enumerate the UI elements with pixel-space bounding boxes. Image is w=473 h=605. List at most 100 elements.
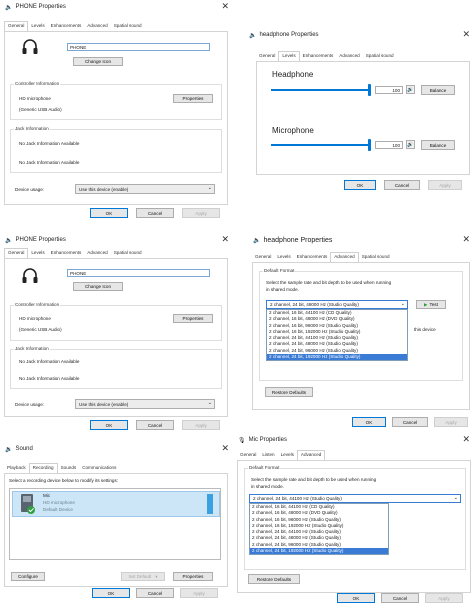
change-icon-button[interactable]: Change Icon xyxy=(73,282,123,291)
apply-button[interactable]: Apply xyxy=(182,208,220,218)
format-select[interactable]: 2 channel, 24 bit, 44100 Hz (Studio Qual… xyxy=(249,494,461,503)
microphone-slider[interactable] xyxy=(271,139,371,151)
tab-levels[interactable]: Levels xyxy=(28,22,47,31)
tab-spatial-sound[interactable]: Spatial sound xyxy=(111,249,145,258)
format-selected-value: 2 channel, 24 bit, 48000 Hz (Studio Qual… xyxy=(270,302,359,307)
format-options-list[interactable]: 2 channel, 16 bit, 44100 Hz (CD Quality)… xyxy=(266,309,408,361)
jack-info-group: Jack Information No Jack Information Ava… xyxy=(10,346,222,389)
tab-general[interactable]: General xyxy=(256,52,278,61)
cancel-button[interactable]: Cancel xyxy=(384,180,420,190)
headphones-icon xyxy=(22,268,38,283)
headphone-properties-advanced-dialog: 🔈 headphone Properties ✕ General Levels … xyxy=(248,233,473,433)
format-description-2: in shared mode. xyxy=(251,484,284,489)
ok-button[interactable]: OK xyxy=(92,588,130,598)
device-usage-select[interactable]: Use this device (enable) ⌄ xyxy=(75,184,215,194)
tab-communications[interactable]: Communications xyxy=(79,464,119,473)
tab-listen[interactable]: Listen xyxy=(259,451,277,460)
window-title: Mic Properties xyxy=(248,437,287,443)
window-title: headphone Properties xyxy=(259,32,319,38)
tab-levels[interactable]: Levels xyxy=(274,253,293,262)
format-selected-value: 2 channel, 24 bit, 44100 Hz (Studio Qual… xyxy=(253,496,342,501)
apply-button[interactable]: Apply xyxy=(434,417,468,427)
apply-button[interactable]: Apply xyxy=(182,420,220,430)
tab-advanced[interactable]: Advanced xyxy=(84,249,110,258)
headphone-value[interactable]: 100 xyxy=(375,86,403,94)
device-row-mic[interactable]: Mic HD microphone Default Device xyxy=(12,491,220,517)
restore-defaults-button[interactable]: Restore Defaults xyxy=(265,387,313,397)
headphone-mute-button[interactable]: 🔊 xyxy=(406,85,415,94)
cancel-button[interactable]: Cancel xyxy=(381,593,419,603)
device-description: HD microphone xyxy=(43,500,75,505)
headphone-slider[interactable] xyxy=(271,84,371,96)
sound-dialog: 🔉 Sound ✕ Playback Recording Sounds Comm… xyxy=(0,442,232,605)
cancel-button[interactable]: Cancel xyxy=(136,588,174,598)
device-usage-select[interactable]: Use this device (enable) ⌄ xyxy=(75,399,215,409)
apply-button[interactable]: Apply xyxy=(428,180,462,190)
tab-spatial-sound[interactable]: Spatial sound xyxy=(359,253,393,262)
cancel-button[interactable]: Cancel xyxy=(136,420,174,430)
tab-enhancements[interactable]: Enhancements xyxy=(48,22,85,31)
tab-levels[interactable]: Levels xyxy=(28,249,47,258)
controller-sub: (Generic USB Audio) xyxy=(19,327,62,332)
microphone-icon: 🎙 xyxy=(238,437,246,444)
headphone-balance-button[interactable]: Balance xyxy=(421,85,455,95)
change-icon-button[interactable]: Change Icon xyxy=(73,57,123,66)
tab-advanced[interactable]: Advanced xyxy=(84,22,110,31)
jack-line-2: No Jack Information Available xyxy=(19,376,80,381)
format-option-selected[interactable]: 2 channel, 24 bit, 192000 Hz (Studio Qua… xyxy=(267,354,407,361)
microphone-value[interactable]: 100 xyxy=(375,141,403,149)
tab-sounds[interactable]: Sounds xyxy=(58,464,80,473)
close-button[interactable]: ✕ xyxy=(221,234,229,245)
close-button[interactable]: ✕ xyxy=(462,434,470,445)
close-button[interactable]: ✕ xyxy=(221,1,229,12)
format-options-list[interactable]: 2 channel, 16 bit, 44100 Hz (CD Quality)… xyxy=(249,503,389,555)
device-name: Mic xyxy=(43,493,51,498)
slider-thumb[interactable] xyxy=(368,84,371,96)
ok-button[interactable]: OK xyxy=(344,180,376,190)
close-button[interactable]: ✕ xyxy=(462,29,470,40)
tab-enhancements[interactable]: Enhancements xyxy=(294,253,331,262)
tab-advanced[interactable]: Advanced xyxy=(336,52,362,61)
ok-button[interactable]: OK xyxy=(337,593,375,603)
restore-defaults-button[interactable]: Restore Defaults xyxy=(248,574,300,584)
tab-playback[interactable]: Playback xyxy=(4,464,29,473)
tab-general[interactable]: General xyxy=(252,253,274,262)
ok-button[interactable]: OK xyxy=(90,208,128,218)
device-usage-value: Use this device (enable) xyxy=(79,186,129,192)
apply-button[interactable]: Apply xyxy=(180,588,218,598)
controller-name: HD microphone xyxy=(19,316,51,321)
close-button[interactable]: ✕ xyxy=(462,234,470,245)
apply-button[interactable]: Apply xyxy=(425,593,463,603)
phone-properties-dialog-1: 🔈 PHONE Properties ✕ General Levels Enha… xyxy=(0,0,232,222)
device-usage-value: Use this device (enable) xyxy=(79,401,129,407)
tab-enhancements[interactable]: Enhancements xyxy=(300,52,337,61)
controller-properties-button[interactable]: Properties xyxy=(173,94,213,103)
controller-properties-button[interactable]: Properties xyxy=(173,314,213,323)
device-usage-label: Device usage: xyxy=(15,402,45,407)
microphone-mute-button[interactable]: 🔊 xyxy=(406,140,415,149)
window-title: headphone Properties xyxy=(263,236,333,244)
tab-spatial-sound[interactable]: Spatial sound xyxy=(363,52,397,61)
device-name-field[interactable]: PHONE xyxy=(67,43,210,51)
format-option-selected[interactable]: 2 channel, 24 bit, 192000 Hz (Studio Qua… xyxy=(250,548,388,555)
set-default-button[interactable]: Set Default ▾ xyxy=(121,572,165,581)
configure-button[interactable]: Configure xyxy=(11,572,45,581)
tab-general[interactable]: General xyxy=(237,451,259,460)
cancel-button[interactable]: Cancel xyxy=(136,208,174,218)
close-button[interactable]: ✕ xyxy=(221,443,229,454)
tab-spatial-sound[interactable]: Spatial sound xyxy=(111,22,145,31)
slider-thumb[interactable] xyxy=(368,139,371,151)
microphone-balance-button[interactable]: Balance xyxy=(421,140,455,150)
chevron-down-icon: ⌄ xyxy=(400,301,405,307)
device-name-field[interactable]: PHONE xyxy=(67,269,210,277)
tab-levels[interactable]: Levels xyxy=(278,451,297,460)
cancel-button[interactable]: Cancel xyxy=(392,417,428,427)
window-title: PHONE Properties xyxy=(15,4,66,10)
ok-button[interactable]: OK xyxy=(90,420,128,430)
ok-button[interactable]: OK xyxy=(352,417,386,427)
test-button[interactable]: ▶ Test xyxy=(416,300,446,309)
format-select[interactable]: 2 channel, 24 bit, 48000 Hz (Studio Qual… xyxy=(266,300,408,309)
tab-enhancements[interactable]: Enhancements xyxy=(48,249,85,258)
speaker-icon: 🔈 xyxy=(253,237,261,244)
properties-button[interactable]: Properties xyxy=(173,572,213,581)
